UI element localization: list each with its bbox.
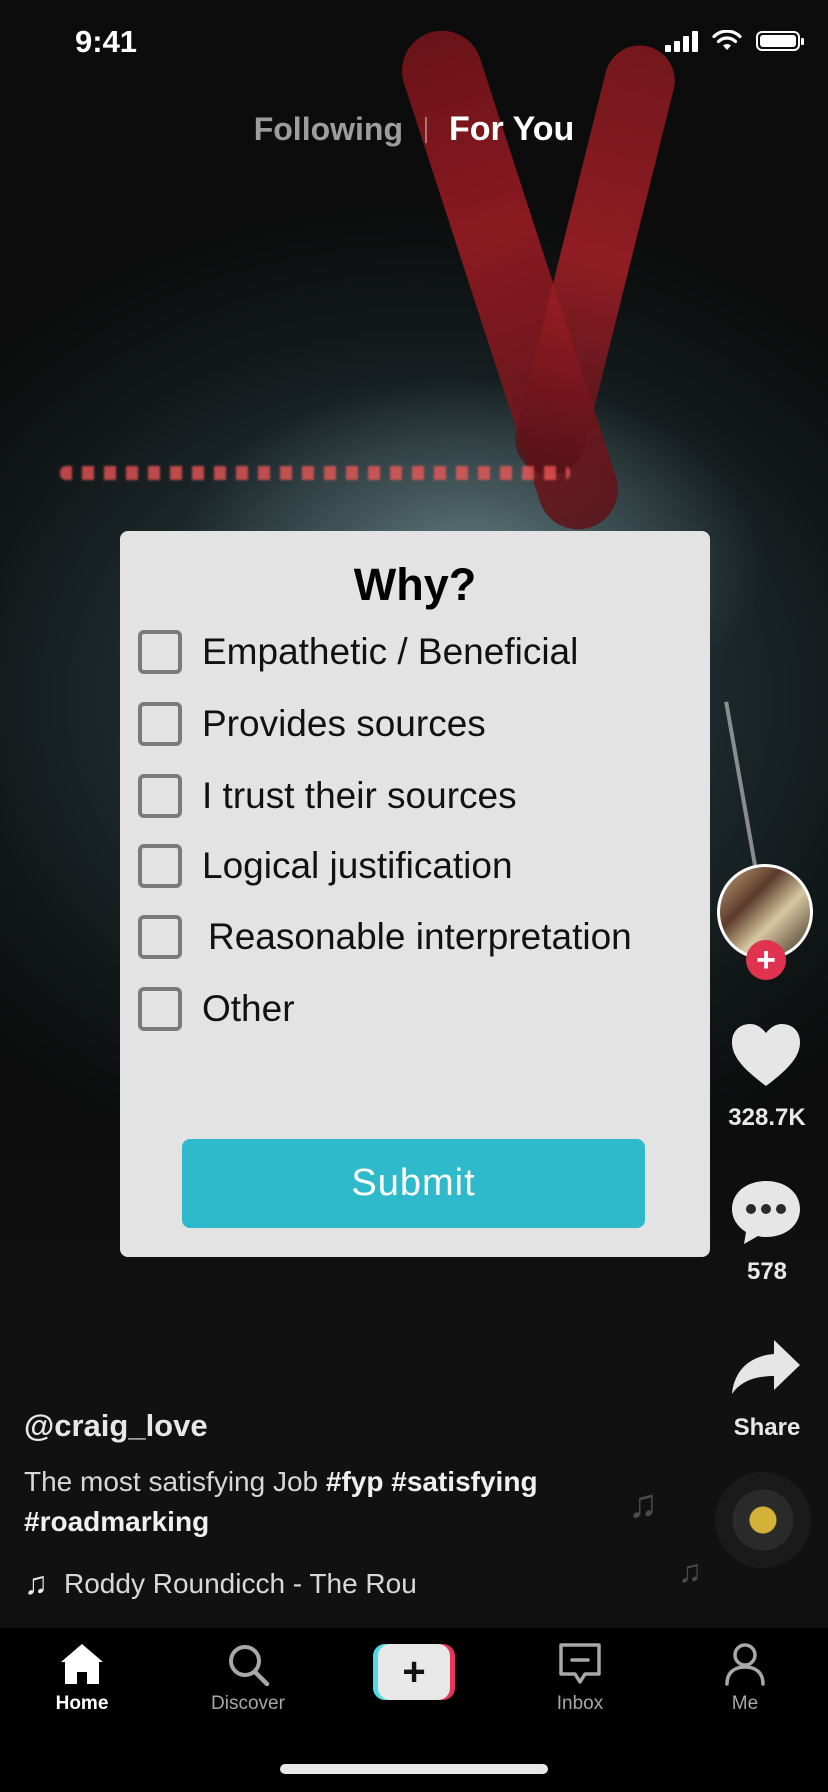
submit-button[interactable]: Submit — [182, 1139, 645, 1228]
cellular-signal-icon — [665, 30, 698, 52]
nav-inbox[interactable]: Inbox — [515, 1642, 645, 1715]
tab-for-you[interactable]: For You — [449, 110, 574, 149]
search-icon — [229, 1645, 270, 1687]
checkbox[interactable] — [138, 774, 182, 818]
option-empathetic[interactable]: Empathetic / Beneficial — [138, 630, 578, 674]
music-note-icon: ♫ — [678, 1553, 702, 1589]
home-icon — [61, 1644, 103, 1684]
wifi-icon — [712, 30, 742, 50]
option-label: Other — [202, 988, 295, 1029]
nav-label: Me — [731, 1693, 759, 1714]
share-icon[interactable] — [730, 1338, 802, 1396]
nav-label: Inbox — [556, 1693, 604, 1714]
checkbox[interactable] — [138, 987, 182, 1031]
inbox-icon — [559, 1643, 601, 1684]
status-time: 9:41 — [75, 24, 138, 59]
video-stage-lights — [60, 466, 570, 480]
music-title: Roddy Roundicch - The Rou — [64, 1567, 417, 1599]
follow-plus-icon[interactable]: + — [746, 940, 786, 980]
nav-label: Discover — [211, 1693, 285, 1714]
nav-me[interactable]: Me — [680, 1642, 810, 1715]
checkbox[interactable] — [138, 915, 182, 959]
home-indicator[interactable] — [280, 1764, 548, 1774]
option-label: Reasonable interpretation — [208, 916, 632, 957]
music-disc-icon[interactable] — [715, 1472, 811, 1568]
music-note-icon: ♫ — [24, 1565, 48, 1601]
checkbox[interactable] — [138, 844, 182, 888]
hashtag[interactable]: #fyp — [326, 1466, 384, 1497]
music-row[interactable]: ♫ Roddy Roundicch - The Rou — [24, 1565, 434, 1602]
dialog-title: Why? — [353, 559, 477, 610]
option-provides-sources[interactable]: Provides sources — [138, 702, 486, 746]
checkbox[interactable] — [138, 630, 182, 674]
creator-username[interactable]: @craig_love — [24, 1408, 208, 1444]
create-button[interactable]: + — [373, 1644, 455, 1700]
option-label: Logical justification — [202, 845, 513, 886]
option-label: Empathetic / Beneficial — [202, 631, 579, 672]
checkbox[interactable] — [138, 702, 182, 746]
add-icon: + — [378, 1644, 450, 1700]
nav-discover[interactable]: Discover — [183, 1642, 313, 1715]
option-label: I trust their sources — [202, 775, 517, 816]
comment-count: 578 — [746, 1258, 788, 1285]
nav-label: Home — [55, 1693, 109, 1714]
nav-home[interactable]: Home — [17, 1642, 147, 1715]
profile-icon — [725, 1643, 765, 1686]
like-count: 328.7K — [728, 1104, 806, 1131]
share-label: Share — [733, 1414, 801, 1441]
comment-icon[interactable] — [730, 1178, 802, 1246]
tab-following[interactable]: Following — [254, 111, 403, 148]
option-other[interactable]: Other — [138, 987, 295, 1031]
option-logical-justification[interactable]: Logical justification — [138, 844, 513, 888]
video-caption: The most satisfying Job #fyp #satisfying… — [24, 1462, 604, 1542]
hashtag[interactable]: #satisfying — [391, 1466, 537, 1497]
heart-icon[interactable] — [730, 1022, 802, 1088]
music-note-icon: ♫ — [628, 1482, 658, 1526]
feedback-dialog: Why? Empathetic / Beneficial Provides so… — [120, 531, 710, 1257]
feed-tabs: Following For You — [0, 110, 828, 149]
caption-text: The most satisfying Job — [24, 1466, 326, 1497]
battery-icon — [756, 31, 804, 51]
tab-separator — [425, 116, 427, 143]
hashtag[interactable]: #roadmarking — [24, 1506, 209, 1537]
status-icons — [665, 30, 804, 52]
option-label: Provides sources — [202, 703, 486, 744]
option-trust-sources[interactable]: I trust their sources — [138, 774, 517, 818]
option-reasonable-interpretation[interactable]: Reasonable interpretation — [138, 915, 632, 959]
